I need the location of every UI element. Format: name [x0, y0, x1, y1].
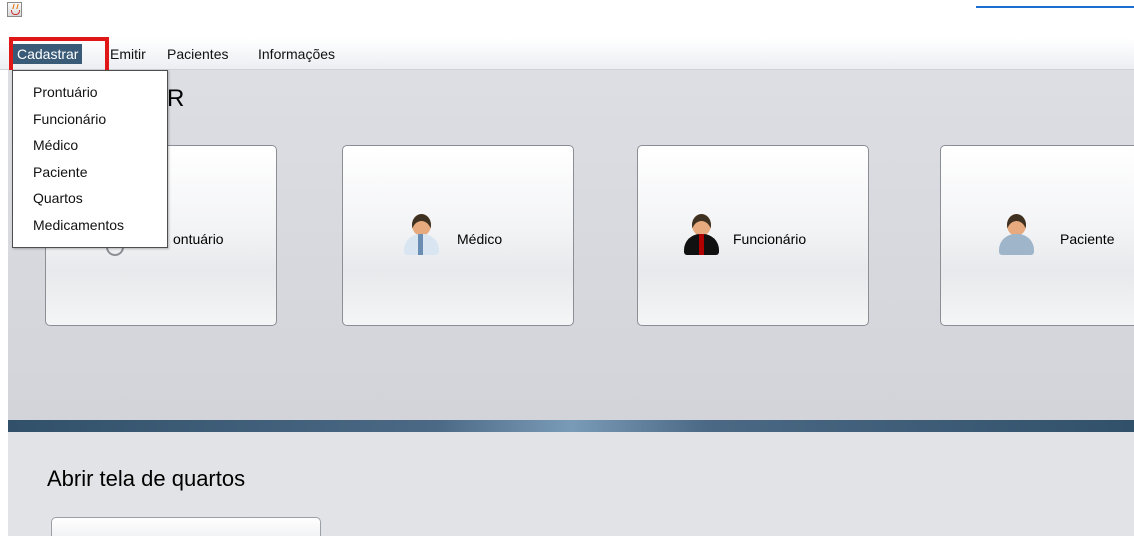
menu-item-prontuario[interactable]: Prontuário [13, 79, 167, 106]
medico-button[interactable]: Médico [342, 145, 574, 326]
cropped-link-underline [976, 6, 1134, 8]
cropped-page-text [0, 0, 1134, 10]
menu-bar: Cadastrar Emitir Pacientes Informações [0, 38, 1134, 70]
funcionario-label: Funcionário [733, 231, 807, 247]
menu-item-paciente[interactable]: Paciente [13, 159, 167, 186]
menu-informacoes[interactable]: Informações [258, 44, 335, 64]
prontuario-label: ontuário [173, 231, 224, 247]
section-label: R [167, 85, 185, 112]
cadastrar-dropdown: Prontuário Funcionário Médico Paciente Q… [12, 70, 168, 248]
quartos-title: Abrir tela de quartos [47, 466, 246, 491]
patient-icon [997, 214, 1037, 256]
menu-item-quartos[interactable]: Quartos [13, 185, 167, 212]
menu-item-medicamentos[interactable]: Medicamentos [13, 212, 167, 239]
window-title-strip [0, 0, 1134, 38]
menu-pacientes[interactable]: Pacientes [167, 44, 228, 64]
section-divider [8, 420, 1134, 432]
menu-item-medico[interactable]: Médico [13, 132, 167, 159]
funcionario-button[interactable]: Funcionário [637, 145, 869, 326]
businessman-icon [682, 214, 722, 256]
open-quartos-button[interactable] [51, 517, 321, 536]
menu-item-funcionario[interactable]: Funcionário [13, 106, 167, 133]
menu-emitir[interactable]: Emitir [110, 44, 146, 64]
medico-label: Médico [457, 231, 503, 247]
paciente-button[interactable]: Paciente [940, 145, 1134, 326]
doctor-icon [402, 214, 442, 256]
paciente-label: Paciente [1060, 231, 1115, 247]
